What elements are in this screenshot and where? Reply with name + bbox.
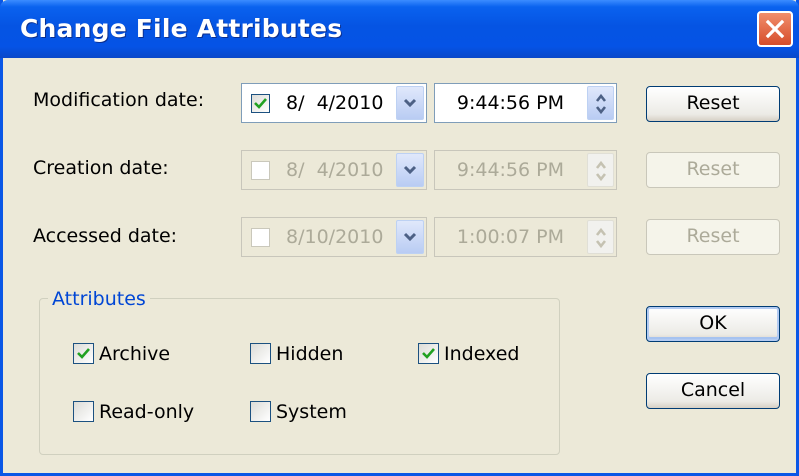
checkmark-icon bbox=[422, 348, 435, 359]
title-bar: Change File Attributes bbox=[0, 0, 799, 58]
attributes-group-title: Attributes bbox=[48, 288, 150, 310]
accessed-time-value: 1:00:07 PM bbox=[456, 226, 564, 248]
modification-date-value: 8/ 4/2010 bbox=[286, 92, 384, 114]
spinner-arrows-icon bbox=[595, 93, 607, 115]
creation-date-checkbox[interactable] bbox=[251, 161, 270, 180]
chevron-down-icon bbox=[403, 232, 417, 242]
creation-date-dropdown[interactable] bbox=[396, 153, 424, 187]
accessed-date-picker[interactable]: 8/10/2010 bbox=[241, 217, 427, 257]
dialog-title: Change File Attributes bbox=[20, 14, 343, 43]
modification-time-value: 9:44:56 PM bbox=[456, 92, 564, 114]
chevron-down-icon bbox=[403, 98, 417, 108]
accessed-date-checkbox[interactable] bbox=[251, 228, 270, 247]
close-icon bbox=[765, 19, 785, 39]
accessed-date-dropdown[interactable] bbox=[396, 220, 424, 254]
creation-time-value: 9:44:56 PM bbox=[456, 159, 564, 181]
system-checkbox[interactable] bbox=[250, 401, 271, 422]
hidden-label[interactable]: Hidden bbox=[276, 343, 343, 365]
chevron-down-icon bbox=[403, 165, 417, 175]
cancel-button[interactable]: Cancel bbox=[646, 373, 780, 409]
creation-date-picker[interactable]: 8/ 4/2010 bbox=[241, 150, 427, 190]
indexed-checkbox[interactable] bbox=[418, 343, 439, 364]
creation-reset-button[interactable]: Reset bbox=[646, 152, 780, 188]
creation-time-spinner[interactable] bbox=[587, 153, 614, 187]
ok-button[interactable]: OK bbox=[646, 306, 780, 342]
accessed-time-spinner[interactable] bbox=[587, 220, 614, 254]
accessed-date-label: Accessed date: bbox=[33, 225, 178, 247]
close-button[interactable] bbox=[757, 11, 793, 47]
spinner-arrows-icon bbox=[595, 160, 607, 182]
accessed-time-picker[interactable]: 1:00:07 PM bbox=[434, 217, 617, 257]
modification-date-dropdown[interactable] bbox=[396, 86, 424, 120]
checkmark-icon bbox=[254, 98, 267, 109]
checkmark-icon bbox=[77, 348, 90, 359]
accessed-reset-button[interactable]: Reset bbox=[646, 219, 780, 255]
modification-time-picker[interactable]: 9:44:56 PM bbox=[434, 83, 617, 123]
indexed-label[interactable]: Indexed bbox=[444, 343, 519, 365]
modification-date-picker[interactable]: 8/ 4/2010 bbox=[241, 83, 427, 123]
accessed-date-value: 8/10/2010 bbox=[286, 226, 384, 248]
attributes-groupbox bbox=[39, 298, 560, 455]
read-only-label[interactable]: Read-only bbox=[99, 401, 194, 423]
creation-date-value: 8/ 4/2010 bbox=[286, 159, 384, 181]
read-only-checkbox[interactable] bbox=[73, 401, 94, 422]
modification-date-label: Modification date: bbox=[33, 89, 205, 111]
archive-checkbox[interactable] bbox=[73, 343, 94, 364]
change-file-attributes-dialog: Change File Attributes Modification date… bbox=[0, 0, 799, 476]
modification-reset-button[interactable]: Reset bbox=[646, 86, 780, 122]
creation-time-picker[interactable]: 9:44:56 PM bbox=[434, 150, 617, 190]
creation-date-label: Creation date: bbox=[33, 157, 169, 179]
spinner-arrows-icon bbox=[595, 227, 607, 249]
modification-date-checkbox[interactable] bbox=[251, 94, 270, 113]
archive-label[interactable]: Archive bbox=[99, 343, 170, 365]
hidden-checkbox[interactable] bbox=[250, 343, 271, 364]
system-label[interactable]: System bbox=[276, 401, 347, 423]
modification-time-spinner[interactable] bbox=[587, 86, 614, 120]
